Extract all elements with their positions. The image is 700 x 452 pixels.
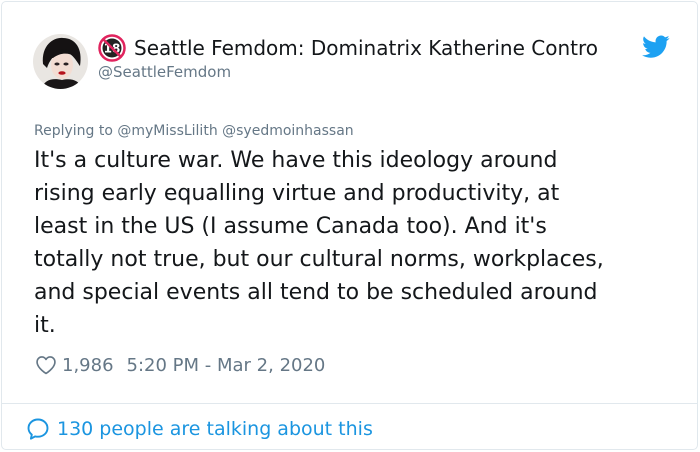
tweet-card: 18 Seattle Femdom: Dominatrix Katherine … bbox=[1, 1, 698, 450]
replying-to[interactable]: Replying to @myMissLilith @syedmoinhassa… bbox=[34, 123, 354, 139]
author-handle[interactable]: @SeattleFemdom bbox=[98, 63, 231, 81]
tweet-timestamp[interactable]: 5:20 PM - Mar 2, 2020 bbox=[127, 355, 326, 376]
speech-bubble-icon bbox=[26, 417, 50, 441]
author-display-name[interactable]: Seattle Femdom: Dominatrix Katherine Con… bbox=[134, 36, 598, 60]
tweet-meta: 1,986 5:20 PM - Mar 2, 2020 bbox=[35, 352, 325, 378]
eighteen-plus-icon: 18 bbox=[98, 34, 126, 62]
avatar[interactable] bbox=[33, 34, 88, 89]
author-name-row[interactable]: 18 Seattle Femdom: Dominatrix Katherine … bbox=[98, 34, 668, 62]
like-count[interactable]: 1,986 bbox=[62, 355, 114, 376]
tweet-text: It's a culture war. We have this ideolog… bbox=[34, 148, 604, 338]
divider bbox=[2, 403, 697, 404]
heart-icon[interactable] bbox=[35, 354, 57, 376]
conversation-link[interactable]: 130 people are talking about this bbox=[26, 414, 373, 444]
talking-count-text[interactable]: 130 people are talking about this bbox=[57, 418, 373, 440]
twitter-bird-icon[interactable] bbox=[642, 35, 670, 59]
